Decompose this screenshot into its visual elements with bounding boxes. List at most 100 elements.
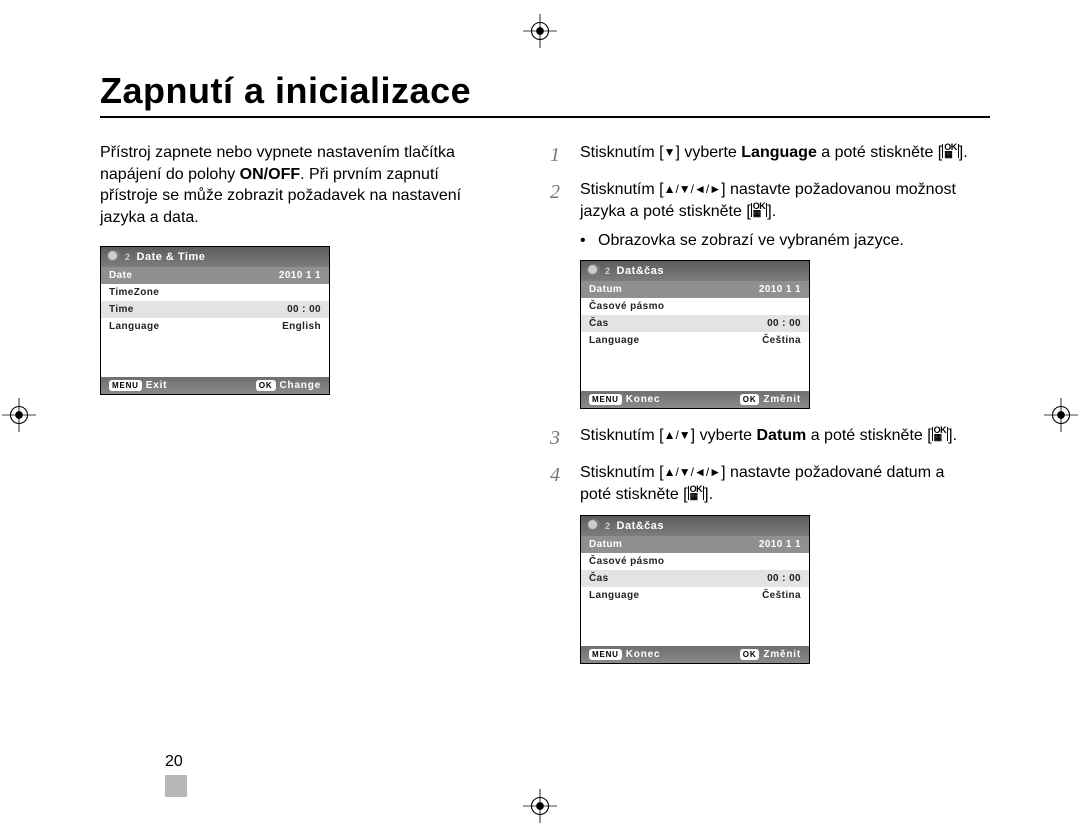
menu-body: Datum2010 1 1 Časové pásmo Čas 00 : 00 La… bbox=[581, 281, 809, 391]
step-text: ]. bbox=[704, 486, 713, 503]
menu-footer-left[interactable]: MENU Konec bbox=[589, 649, 660, 660]
step-body: Stisknutím [▲/▼/◄/►] nastavte požadovano… bbox=[580, 179, 970, 222]
menu-date-time-cz-1: 2 Dat&čas Datum2010 1 1 Časové pásmo Čas… bbox=[580, 260, 810, 409]
menu-footer-left-label: Konec bbox=[626, 649, 661, 660]
menu-button-icon: MENU bbox=[109, 380, 142, 391]
gear-icon bbox=[587, 264, 601, 278]
menu-row-label: Časové pásmo bbox=[589, 301, 664, 312]
registration-mark-icon bbox=[523, 14, 557, 48]
menu-row[interactable]: LanguageČeština bbox=[581, 587, 809, 604]
menu-footer-right-label: Změnit bbox=[763, 394, 801, 405]
right-column: 1 Stisknutím [▼] vyberte Language a poté… bbox=[550, 142, 970, 680]
menu-footer-left-label: Konec bbox=[626, 394, 661, 405]
menu-row[interactable]: Časové pásmo bbox=[581, 298, 809, 315]
step-2-bullet: • Obrazovka se zobrazí ve vybraném jazyc… bbox=[580, 232, 970, 250]
step-body: Stisknutím [▲/▼] vyberte Datum a poté st… bbox=[580, 425, 970, 452]
menu-blank-area bbox=[101, 335, 329, 377]
menu-button-icon: MENU bbox=[589, 649, 622, 660]
step-text: Stisknutím [ bbox=[580, 181, 664, 198]
menu-row[interactable]: TimeZone bbox=[101, 284, 329, 301]
menu-row-label: Language bbox=[109, 321, 159, 332]
menu-footer-right[interactable]: OKZměnit bbox=[740, 649, 801, 660]
menu-title-sub: 2 bbox=[125, 252, 131, 262]
ok-button-icon: OK bbox=[740, 649, 760, 660]
page-tab-marker bbox=[165, 775, 187, 797]
bullet-text: Obrazovka se zobrazí ve vybraném jazyce. bbox=[598, 232, 904, 250]
menu-title-sub: 2 bbox=[605, 521, 611, 531]
menu-blank-area bbox=[581, 604, 809, 646]
step-text: Stisknutím [ bbox=[580, 427, 664, 444]
menu-button-icon: MENU bbox=[589, 394, 622, 405]
intro-bold: ON/OFF bbox=[240, 166, 300, 183]
menu-row-value: 00 : 00 bbox=[287, 304, 321, 315]
menu-footer-left[interactable]: MENU Konec bbox=[589, 394, 660, 405]
gear-icon bbox=[107, 250, 121, 264]
menu-footer-right[interactable]: OKZměnit bbox=[740, 394, 801, 405]
menu-row[interactable]: Časové pásmo bbox=[581, 553, 809, 570]
step-text: a poté stiskněte [ bbox=[817, 144, 942, 161]
arrows-icon: ▲/▼/◄/► bbox=[664, 464, 722, 480]
page-title: Zapnutí a inicializace bbox=[100, 70, 990, 118]
menu-row-value: 2010 1 1 bbox=[759, 284, 801, 295]
menu-row[interactable]: Date 2010 1 1 bbox=[101, 267, 329, 284]
menu-row[interactable]: Čas 00 : 00 bbox=[581, 315, 809, 332]
intro-paragraph: Přístroj zapnete nebo vypnete nastavením… bbox=[100, 142, 500, 228]
menu-row[interactable]: Time 00 : 00 bbox=[101, 301, 329, 318]
menu-footer: MENU Konec OKZměnit bbox=[581, 646, 809, 663]
step-number: 1 bbox=[550, 142, 568, 169]
step-text: Stisknutím [ bbox=[580, 144, 664, 161]
step-body: Stisknutím [▲/▼/◄/►] nastavte požadované… bbox=[580, 462, 970, 505]
step-1: 1 Stisknutím [▼] vyberte Language a poté… bbox=[550, 142, 970, 169]
menu-footer-right-label: Change bbox=[280, 380, 321, 391]
content-columns: Přístroj zapnete nebo vypnete nastavením… bbox=[100, 142, 990, 680]
menu-footer: MENU Exit OK Change bbox=[101, 377, 329, 394]
step-text: ] vyberte bbox=[691, 427, 757, 444]
left-column: Přístroj zapnete nebo vypnete nastavením… bbox=[100, 142, 500, 680]
menu-row[interactable]: Datum2010 1 1 bbox=[581, 536, 809, 553]
menu-row-label: Time bbox=[109, 304, 134, 315]
step-number: 3 bbox=[550, 425, 568, 452]
step-number: 4 bbox=[550, 462, 568, 505]
registration-mark-icon bbox=[2, 398, 36, 432]
menu-row-value: 2010 1 1 bbox=[759, 539, 801, 550]
step-body: Stisknutím [▼] vyberte Language a poté s… bbox=[580, 142, 970, 169]
menu-row-value: Čeština bbox=[762, 335, 801, 346]
menu-body: Datum2010 1 1 Časové pásmo Čas 00 : 00 La… bbox=[581, 536, 809, 646]
menu-footer-left[interactable]: MENU Exit bbox=[109, 380, 167, 391]
menu-row-value: Čeština bbox=[762, 590, 801, 601]
bullet-icon: • bbox=[580, 232, 588, 250]
menu-row[interactable]: Language English bbox=[101, 318, 329, 335]
menu-row[interactable]: Čas 00 : 00 bbox=[581, 570, 809, 587]
step-bold: Datum bbox=[756, 427, 806, 444]
registration-mark-icon bbox=[523, 789, 557, 823]
step-4: 4 Stisknutím [▲/▼/◄/►] nastavte požadova… bbox=[550, 462, 970, 505]
menu-title-text: Dat&čas bbox=[617, 265, 665, 277]
menu-row-label: Čas bbox=[589, 573, 609, 584]
arrows-icon: ▲/▼ bbox=[664, 427, 691, 443]
menu-row-value: 00 : 00 bbox=[767, 318, 801, 329]
menu-row-label: Date bbox=[109, 270, 132, 281]
menu-footer: MENU Konec OKZměnit bbox=[581, 391, 809, 408]
menu-footer-right[interactable]: OK Change bbox=[256, 380, 321, 391]
menu-title-bar: 2 Dat&čas bbox=[581, 516, 809, 536]
registration-mark-icon bbox=[1044, 398, 1078, 432]
menu-row[interactable]: Language Čeština bbox=[581, 332, 809, 349]
menu-footer-right-label: Změnit bbox=[763, 649, 801, 660]
menu-row-label: Čas bbox=[589, 318, 609, 329]
menu-title-text: Dat&čas bbox=[617, 520, 665, 532]
down-arrow-icon: ▼ bbox=[664, 144, 676, 160]
manual-page: Zapnutí a inicializace Přístroj zapnete … bbox=[0, 0, 1080, 829]
menu-footer-left-label: Exit bbox=[146, 380, 168, 391]
menu-title-sub: 2 bbox=[605, 266, 611, 276]
menu-row-value: 00 : 00 bbox=[767, 573, 801, 584]
menu-row-label: Language bbox=[589, 335, 639, 346]
gear-icon bbox=[587, 519, 601, 533]
ok-icon: OK▦ bbox=[942, 144, 959, 158]
ok-icon: OK▦ bbox=[751, 203, 768, 217]
step-text: Stisknutím [ bbox=[580, 464, 664, 481]
step-number: 2 bbox=[550, 179, 568, 222]
step-text: ]. bbox=[767, 203, 776, 220]
ok-icon: OK▦ bbox=[688, 486, 705, 500]
ok-button-icon: OK bbox=[740, 394, 760, 405]
menu-row[interactable]: Datum2010 1 1 bbox=[581, 281, 809, 298]
